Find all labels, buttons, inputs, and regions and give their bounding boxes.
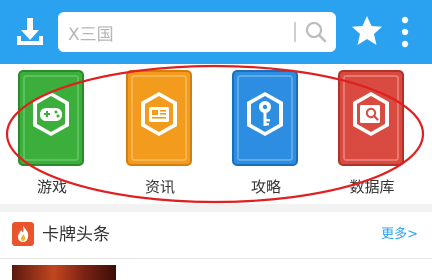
favorite-button[interactable] <box>350 14 384 48</box>
gamepad-icon <box>18 70 84 166</box>
more-menu-button[interactable] <box>398 12 412 52</box>
news-thumbnail[interactable] <box>12 265 116 280</box>
category-panel: 游戏 资讯 攻略 数据库 <box>0 64 432 204</box>
more-link[interactable]: 更多> <box>381 227 418 243</box>
download-button[interactable] <box>12 14 48 50</box>
category-label: 游戏 <box>36 178 67 196</box>
search-box[interactable] <box>58 12 336 52</box>
top-bar <box>0 0 432 64</box>
fire-icon <box>12 222 34 246</box>
category-database[interactable]: 数据库 <box>334 70 410 198</box>
section-title: 卡牌头条 <box>42 225 110 245</box>
category-games[interactable]: 游戏 <box>14 70 90 198</box>
search-divider <box>294 22 296 42</box>
category-label: 数据库 <box>349 178 395 196</box>
section-divider <box>0 204 432 212</box>
category-news[interactable]: 资讯 <box>122 70 198 198</box>
news-list <box>0 259 432 280</box>
star-icon <box>352 16 382 45</box>
news-section-header: 卡牌头条 更多> <box>0 212 432 259</box>
category-label: 攻略 <box>250 178 281 196</box>
search-icon[interactable] <box>304 20 328 44</box>
category-label: 资讯 <box>144 178 175 196</box>
database-search-icon <box>338 70 404 166</box>
key-icon <box>232 70 298 166</box>
download-icon <box>17 18 43 45</box>
news-icon <box>126 70 192 166</box>
more-vertical-icon <box>401 16 409 48</box>
search-input[interactable] <box>68 12 278 52</box>
category-guides[interactable]: 攻略 <box>228 70 304 198</box>
